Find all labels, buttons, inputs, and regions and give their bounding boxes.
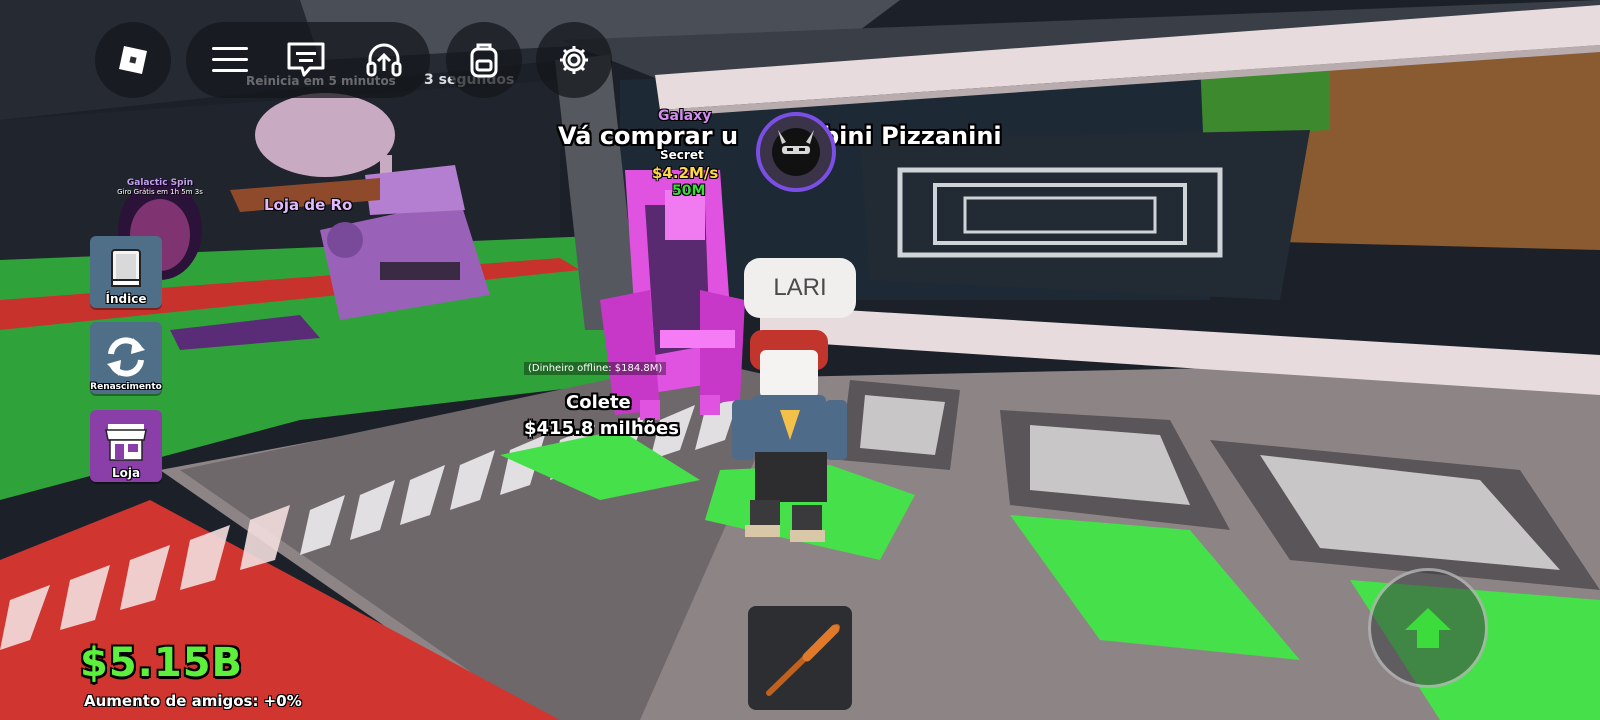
hamburger-menu-icon [212,47,248,72]
roblox-menu-button[interactable] [95,22,171,98]
collect-label: Colete [566,392,631,413]
income-label: $4.2M/s [652,164,719,182]
roblox-logo-icon [119,46,147,74]
sidebar-rebirth-button[interactable]: Renascimento [90,322,162,394]
friends-boost-label: Aumento de amigos: +0% [84,692,302,710]
settings-button[interactable] [536,22,612,98]
voice-button[interactable] [362,38,406,82]
player-nametag: LARI [744,258,856,318]
collect-amount: $415.8 milhões [524,418,679,439]
sidebar-shop-button[interactable]: Loja [90,410,162,482]
bat-icon [766,624,840,696]
ninja-avatar-icon [772,128,820,176]
book-icon [111,249,141,287]
sidebar-index-button[interactable]: Índice [90,236,162,308]
money-display: $5.15B [80,640,244,686]
offline-money-label: (Dinheiro offline: $184.8M) [524,362,667,375]
menu-button[interactable] [208,40,252,80]
gear-icon [560,46,588,74]
hotbar-slot-1[interactable] [748,606,852,710]
headset-icon [366,43,402,77]
banner-left: Vá comprar u [558,122,739,150]
chat-bubble-icon [287,42,325,77]
sidebar-label-rebirth: Renascimento [90,382,162,392]
jump-button[interactable] [1368,568,1488,688]
spin-sign-title: Galactic Spin [126,178,194,188]
backpack-icon [470,43,498,78]
shop-sign: Loja de Ro [264,196,353,214]
player-avatar-badge[interactable] [756,112,836,192]
price-label: 50M [672,183,706,199]
storefront-icon [105,424,147,461]
spin-sign: Galactic Spin Giro Grátis em 1h 5m 3s [98,178,222,196]
player-name: LARI [773,274,827,301]
backpack-button[interactable] [446,22,522,98]
refresh-icon [107,337,145,377]
chat-button[interactable] [284,38,328,82]
spin-sign-subtitle: Giro Grátis em 1h 5m 3s [117,188,203,196]
jump-arrow-icon [1405,608,1451,648]
banner-right: bini Pizzanini [822,122,1002,150]
sidebar-label-index: Índice [105,292,147,306]
sidebar-label-shop: Loja [111,466,141,480]
secret-label: Secret [660,148,704,162]
